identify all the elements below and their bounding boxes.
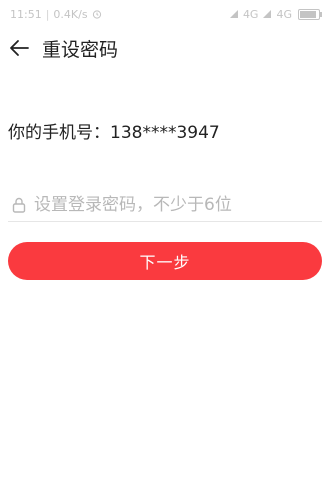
network-type-2: 4G <box>276 7 292 21</box>
lock-icon <box>12 197 26 213</box>
arrow-left-icon <box>10 40 29 56</box>
back-button[interactable] <box>6 35 32 61</box>
network-type-1: 4G <box>242 7 259 21</box>
battery-fill <box>300 10 316 18</box>
battery-icon <box>298 8 322 20</box>
status-separator: | <box>45 7 50 21</box>
status-bar: 11:51 | 0.4K/s 4G 4G <box>0 0 330 28</box>
password-input[interactable] <box>34 195 322 215</box>
signal-icon-2 <box>262 9 272 19</box>
next-step-button[interactable]: 下一步 <box>8 242 322 280</box>
alarm-icon <box>92 9 102 19</box>
status-time: 11:51 <box>10 7 42 21</box>
header-bar: 重设密码 <box>0 28 330 68</box>
password-field-row <box>8 189 322 222</box>
page-title: 重设密码 <box>42 38 119 61</box>
phone-number-label: 你的手机号：138****3947 <box>8 123 220 143</box>
status-network-speed: 0.4K/s <box>53 7 88 21</box>
signal-icon <box>229 9 239 19</box>
status-right: 4G 4G <box>229 7 322 21</box>
status-left: 11:51 | 0.4K/s <box>10 8 102 21</box>
